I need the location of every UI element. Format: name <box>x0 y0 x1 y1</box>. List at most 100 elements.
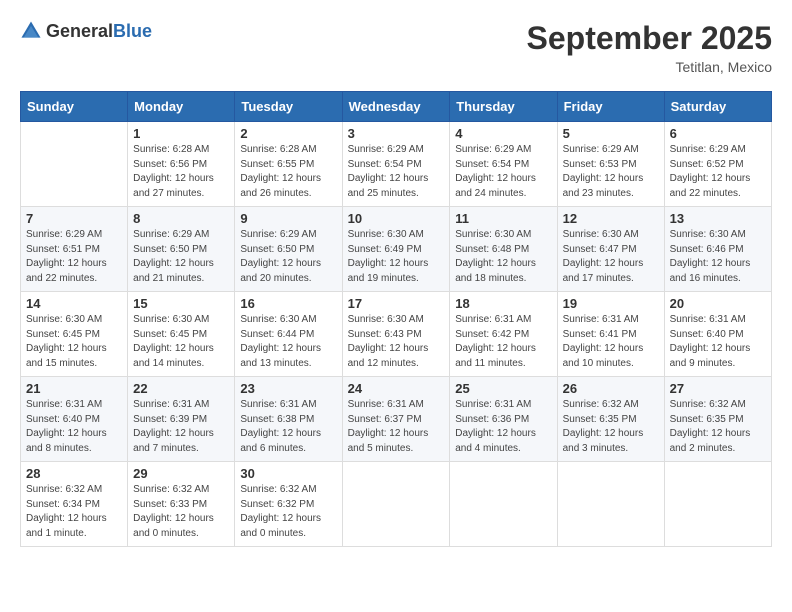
day-number: 3 <box>348 126 445 141</box>
day-info: Sunrise: 6:30 AMSunset: 6:48 PMDaylight:… <box>455 228 551 286</box>
day-header-sunday: Sunday <box>21 92 128 122</box>
day-info: Sunrise: 6:30 AMSunset: 6:43 PMDaylight:… <box>348 313 445 371</box>
day-info: Sunrise: 6:30 AMSunset: 6:44 PMDaylight:… <box>240 313 336 371</box>
calendar-cell <box>664 462 771 547</box>
calendar-table: SundayMondayTuesdayWednesdayThursdayFrid… <box>20 91 772 547</box>
calendar-cell: 23 Sunrise: 6:31 AMSunset: 6:38 PMDayligh… <box>235 377 342 462</box>
calendar-cell: 21 Sunrise: 6:31 AMSunset: 6:40 PMDayligh… <box>21 377 128 462</box>
page-header: GeneralBlue September 2025 Tetitlan, Mex… <box>20 20 772 75</box>
month-title: September 2025 <box>527 20 772 57</box>
day-number: 25 <box>455 381 551 396</box>
calendar-cell: 3 Sunrise: 6:29 AMSunset: 6:54 PMDaylight… <box>342 122 450 207</box>
logo-icon <box>20 20 42 42</box>
day-info: Sunrise: 6:29 AMSunset: 6:50 PMDaylight:… <box>240 228 336 286</box>
day-info: Sunrise: 6:31 AMSunset: 6:38 PMDaylight:… <box>240 398 336 456</box>
calendar-cell: 30 Sunrise: 6:32 AMSunset: 6:32 PMDayligh… <box>235 462 342 547</box>
day-info: Sunrise: 6:32 AMSunset: 6:35 PMDaylight:… <box>563 398 659 456</box>
day-info: Sunrise: 6:32 AMSunset: 6:32 PMDaylight:… <box>240 483 336 541</box>
day-info: Sunrise: 6:30 AMSunset: 6:45 PMDaylight:… <box>133 313 229 371</box>
day-number: 26 <box>563 381 659 396</box>
day-info: Sunrise: 6:29 AMSunset: 6:54 PMDaylight:… <box>455 143 551 201</box>
day-number: 13 <box>670 211 766 226</box>
day-number: 10 <box>348 211 445 226</box>
calendar-cell: 22Sunrise: 6:31 AMSunset: 6:39 PMDayligh… <box>128 377 235 462</box>
day-header-wednesday: Wednesday <box>342 92 450 122</box>
calendar-cell: 4 Sunrise: 6:29 AMSunset: 6:54 PMDaylight… <box>450 122 557 207</box>
day-number: 2 <box>240 126 336 141</box>
day-number: 12 <box>563 211 659 226</box>
day-info: Sunrise: 6:31 AMSunset: 6:36 PMDaylight:… <box>455 398 551 456</box>
calendar-cell: 17Sunrise: 6:30 AMSunset: 6:43 PMDayligh… <box>342 292 450 377</box>
day-info: Sunrise: 6:29 AMSunset: 6:53 PMDaylight:… <box>563 143 659 201</box>
day-info: Sunrise: 6:31 AMSunset: 6:41 PMDaylight:… <box>563 313 659 371</box>
day-header-monday: Monday <box>128 92 235 122</box>
week-row-3: 14 Sunrise: 6:30 AMSunset: 6:45 PMDayligh… <box>21 292 772 377</box>
day-info: Sunrise: 6:30 AMSunset: 6:47 PMDaylight:… <box>563 228 659 286</box>
day-number: 1 <box>133 126 229 141</box>
day-number: 16 <box>240 296 336 311</box>
calendar-cell: 19 Sunrise: 6:31 AMSunset: 6:41 PMDayligh… <box>557 292 664 377</box>
day-number: 14 <box>26 296 122 311</box>
calendar-cell: 8 Sunrise: 6:29 AMSunset: 6:50 PMDaylight… <box>128 207 235 292</box>
day-number: 23 <box>240 381 336 396</box>
day-number: 7 <box>26 211 122 226</box>
day-info: Sunrise: 6:32 AMSunset: 6:34 PMDaylight:… <box>26 483 122 541</box>
calendar-cell: 28Sunrise: 6:32 AMSunset: 6:34 PMDayligh… <box>21 462 128 547</box>
logo-text: GeneralBlue <box>46 21 152 42</box>
calendar-cell: 9 Sunrise: 6:29 AMSunset: 6:50 PMDaylight… <box>235 207 342 292</box>
day-number: 9 <box>240 211 336 226</box>
day-info: Sunrise: 6:29 AMSunset: 6:52 PMDaylight:… <box>670 143 766 201</box>
calendar-cell: 10 Sunrise: 6:30 AMSunset: 6:49 PMDayligh… <box>342 207 450 292</box>
calendar-cell: 5 Sunrise: 6:29 AMSunset: 6:53 PMDaylight… <box>557 122 664 207</box>
day-info: Sunrise: 6:28 AMSunset: 6:55 PMDaylight:… <box>240 143 336 201</box>
week-row-2: 7 Sunrise: 6:29 AMSunset: 6:51 PMDaylight… <box>21 207 772 292</box>
day-number: 18 <box>455 296 551 311</box>
calendar-cell <box>342 462 450 547</box>
calendar-cell: 27Sunrise: 6:32 AMSunset: 6:35 PMDayligh… <box>664 377 771 462</box>
calendar-cell: 13 Sunrise: 6:30 AMSunset: 6:46 PMDayligh… <box>664 207 771 292</box>
day-header-friday: Friday <box>557 92 664 122</box>
day-info: Sunrise: 6:29 AMSunset: 6:51 PMDaylight:… <box>26 228 122 286</box>
day-info: Sunrise: 6:31 AMSunset: 6:42 PMDaylight:… <box>455 313 551 371</box>
day-number: 5 <box>563 126 659 141</box>
days-header-row: SundayMondayTuesdayWednesdayThursdayFrid… <box>21 92 772 122</box>
calendar-cell <box>450 462 557 547</box>
day-info: Sunrise: 6:30 AMSunset: 6:49 PMDaylight:… <box>348 228 445 286</box>
calendar-cell: 1 Sunrise: 6:28 AMSunset: 6:56 PMDaylight… <box>128 122 235 207</box>
day-number: 8 <box>133 211 229 226</box>
day-number: 27 <box>670 381 766 396</box>
calendar-cell: 24Sunrise: 6:31 AMSunset: 6:37 PMDayligh… <box>342 377 450 462</box>
calendar-cell: 18 Sunrise: 6:31 AMSunset: 6:42 PMDayligh… <box>450 292 557 377</box>
day-info: Sunrise: 6:31 AMSunset: 6:40 PMDaylight:… <box>26 398 122 456</box>
day-header-tuesday: Tuesday <box>235 92 342 122</box>
week-row-5: 28Sunrise: 6:32 AMSunset: 6:34 PMDayligh… <box>21 462 772 547</box>
calendar-cell: 26 Sunrise: 6:32 AMSunset: 6:35 PMDayligh… <box>557 377 664 462</box>
calendar-cell: 7 Sunrise: 6:29 AMSunset: 6:51 PMDaylight… <box>21 207 128 292</box>
calendar-cell: 14Sunrise: 6:30 AMSunset: 6:45 PMDayligh… <box>21 292 128 377</box>
day-number: 19 <box>563 296 659 311</box>
day-header-thursday: Thursday <box>450 92 557 122</box>
logo: GeneralBlue <box>20 20 152 42</box>
day-info: Sunrise: 6:29 AMSunset: 6:54 PMDaylight:… <box>348 143 445 201</box>
day-info: Sunrise: 6:31 AMSunset: 6:37 PMDaylight:… <box>348 398 445 456</box>
week-row-1: 1 Sunrise: 6:28 AMSunset: 6:56 PMDaylight… <box>21 122 772 207</box>
calendar-cell <box>21 122 128 207</box>
day-number: 4 <box>455 126 551 141</box>
calendar-cell: 29Sunrise: 6:32 AMSunset: 6:33 PMDayligh… <box>128 462 235 547</box>
day-number: 15 <box>133 296 229 311</box>
day-number: 21 <box>26 381 122 396</box>
calendar-cell <box>557 462 664 547</box>
day-number: 29 <box>133 466 229 481</box>
location-title: Tetitlan, Mexico <box>527 59 772 75</box>
day-info: Sunrise: 6:28 AMSunset: 6:56 PMDaylight:… <box>133 143 229 201</box>
calendar-cell: 11Sunrise: 6:30 AMSunset: 6:48 PMDayligh… <box>450 207 557 292</box>
day-number: 20 <box>670 296 766 311</box>
day-info: Sunrise: 6:29 AMSunset: 6:50 PMDaylight:… <box>133 228 229 286</box>
day-info: Sunrise: 6:30 AMSunset: 6:46 PMDaylight:… <box>670 228 766 286</box>
day-number: 30 <box>240 466 336 481</box>
calendar-cell: 6 Sunrise: 6:29 AMSunset: 6:52 PMDaylight… <box>664 122 771 207</box>
calendar-cell: 2 Sunrise: 6:28 AMSunset: 6:55 PMDaylight… <box>235 122 342 207</box>
day-info: Sunrise: 6:31 AMSunset: 6:40 PMDaylight:… <box>670 313 766 371</box>
day-number: 6 <box>670 126 766 141</box>
calendar-cell: 20 Sunrise: 6:31 AMSunset: 6:40 PMDayligh… <box>664 292 771 377</box>
